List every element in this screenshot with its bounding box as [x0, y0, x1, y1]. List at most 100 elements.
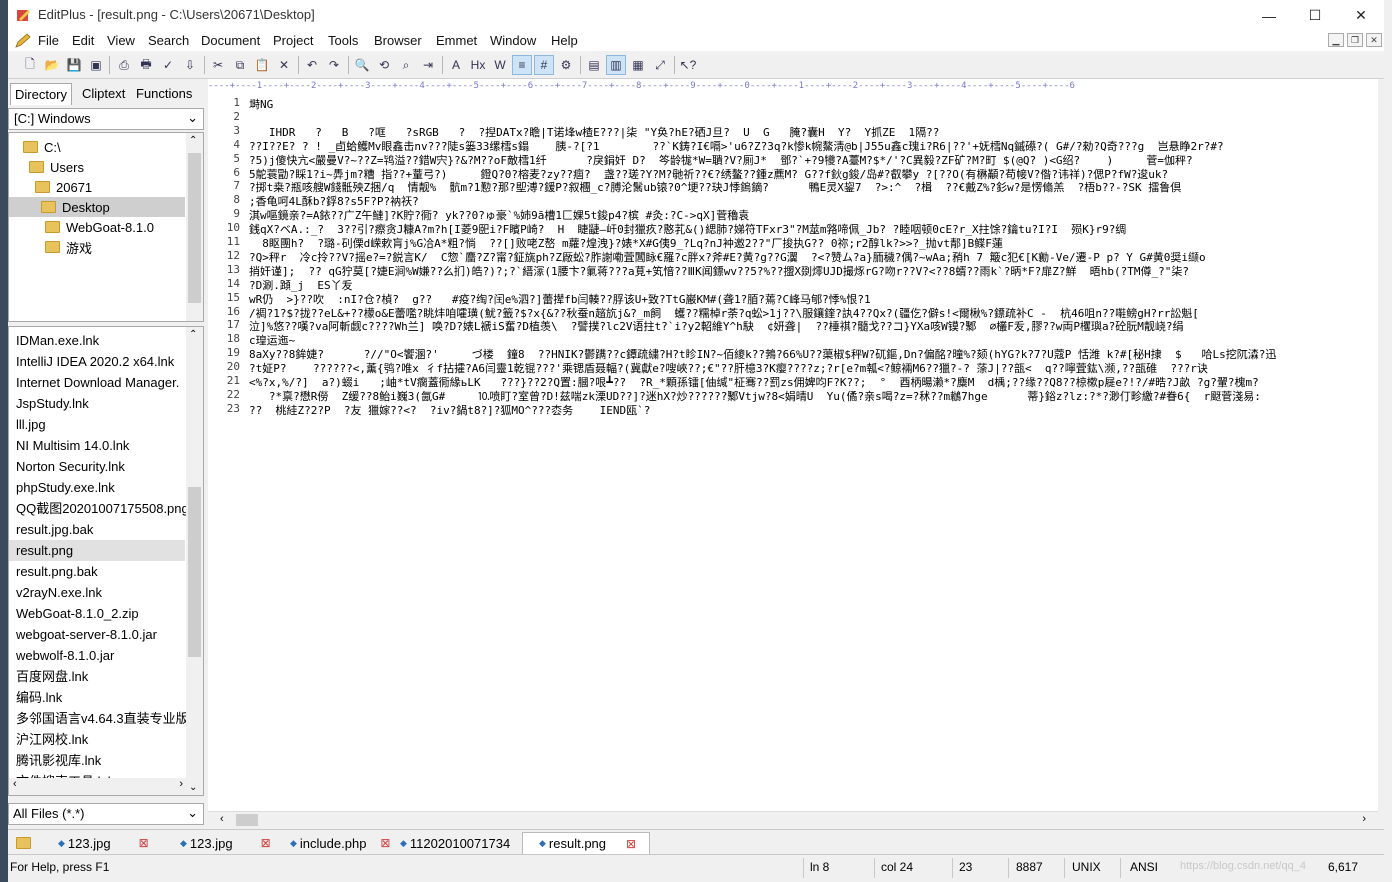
ruler-icon[interactable]: ≡ [512, 55, 532, 75]
menu-tools[interactable]: Tools [328, 33, 358, 48]
dir-item[interactable]: Users [29, 157, 84, 177]
menu-help[interactable]: Help [551, 33, 578, 48]
spell-check-icon[interactable]: ✓ [158, 55, 178, 75]
paste-icon[interactable]: 📋 [252, 55, 272, 75]
font-icon[interactable]: A [446, 55, 466, 75]
dir-item[interactable]: C:\ [23, 137, 61, 157]
menu-file[interactable]: File [38, 33, 59, 48]
scroll-thumb[interactable] [188, 153, 201, 303]
copy-icon[interactable]: ⧉ [230, 55, 250, 75]
editor-area[interactable]: 1 2 3 4 5 6 7 8 9 10 11 12 13 14 15 16 17 18 19 20 21 22 23 塒N… [208, 93, 1378, 811]
tab-functions[interactable]: Functions [132, 83, 196, 105]
doc-tab[interactable]: ◆ include.php ⊠ [290, 832, 400, 854]
file-list-hscrollbar[interactable]: ‹ › [9, 778, 187, 795]
list-item[interactable]: result.png.bak [16, 561, 186, 582]
menu-project[interactable]: Project [273, 33, 313, 48]
close-tab-icon[interactable]: ⊠ [380, 836, 390, 850]
dir-item[interactable]: 20671 [35, 177, 92, 197]
goto-line-icon[interactable]: ⇥ [418, 55, 438, 75]
file-list-scrollbar[interactable]: ⌃ ⌄ [186, 327, 203, 795]
output-window-icon[interactable]: ▦ [628, 55, 648, 75]
save-all-icon[interactable]: ▣ [86, 55, 106, 75]
list-item[interactable]: webgoat-server-8.1.0.jar [16, 624, 186, 645]
scroll-right-icon[interactable]: › [179, 778, 183, 790]
editor-line[interactable]: 塒NG [249, 96, 1375, 112]
list-item[interactable]: Internet Download Manager. [16, 372, 186, 393]
list-item[interactable]: IntelliJ IDEA 2020.2 x64.lnk [16, 351, 186, 372]
mdi-restore-icon[interactable]: ❐ [1347, 33, 1363, 47]
ftp-icon[interactable]: ⇩ [180, 55, 200, 75]
menu-edit[interactable]: Edit [72, 33, 94, 48]
list-item[interactable]: QQ截图20201007175508.png [16, 498, 186, 519]
replace-icon[interactable]: ⟲ [374, 55, 394, 75]
list-item[interactable]: 多邻国语言v4.64.3直装专业版.a [16, 708, 186, 729]
scroll-left-icon[interactable]: ‹ [13, 778, 17, 790]
list-item[interactable]: 百度网盘.lnk [16, 666, 186, 687]
open-file-icon[interactable]: 📂 [42, 55, 62, 75]
list-item[interactable]: lll.jpg [16, 414, 186, 435]
menu-emmet[interactable]: Emmet [436, 33, 477, 48]
scroll-thumb[interactable] [188, 487, 201, 657]
window-list-icon[interactable]: ▤ [584, 55, 604, 75]
file-list[interactable]: IDMan.exe.lnk IntelliJ IDEA 2020.2 x64.l… [8, 326, 204, 796]
menu-browser[interactable]: Browser [374, 33, 422, 48]
dir-item[interactable]: 游戏 [45, 237, 92, 257]
maximize-button[interactable]: ☐ [1292, 0, 1338, 31]
editor-vscrollbar[interactable] [1378, 79, 1384, 828]
scroll-thumb[interactable] [236, 814, 258, 826]
fullscreen-icon[interactable]: ⤢ [650, 55, 670, 75]
doc-tab[interactable]: ◆ 11202010071734 [400, 832, 522, 854]
word-wrap-icon[interactable]: W [490, 55, 510, 75]
undo-icon[interactable]: ↶ [302, 55, 322, 75]
context-help-icon[interactable]: ↖? [678, 55, 698, 75]
list-item[interactable]: WebGoat-8.1.0_2.zip [16, 603, 186, 624]
save-icon[interactable]: 💾 [64, 55, 84, 75]
find-in-files-icon[interactable]: ⌕ [396, 55, 416, 75]
new-file-icon[interactable]: 🗋 [20, 55, 40, 75]
scroll-left-icon[interactable]: ‹ [220, 813, 224, 825]
list-item[interactable]: Norton Security.lnk [16, 456, 186, 477]
doc-tab-active[interactable]: ◆ result.png ⊠ [522, 832, 650, 854]
list-item[interactable]: v2rayN.exe.lnk [16, 582, 186, 603]
list-item[interactable]: 腾讯影视库.lnk [16, 750, 186, 771]
hex-view-icon[interactable]: Hx [468, 55, 488, 75]
dir-item[interactable]: WebGoat-8.1.0 [45, 217, 154, 237]
menu-window[interactable]: Window [490, 33, 536, 48]
cut-icon[interactable]: ✂ [208, 55, 228, 75]
list-item[interactable]: webwolf-8.1.0.jar [16, 645, 186, 666]
list-item[interactable]: NI Multisim 14.0.lnk [16, 435, 186, 456]
list-item[interactable]: 沪江网校.lnk [16, 729, 186, 750]
menu-document[interactable]: Document [201, 33, 260, 48]
doc-tab[interactable]: ◆ 123.jpg ⊠ [58, 832, 168, 854]
file-filter-select[interactable]: All Files (*.*) ⌄ [8, 803, 204, 825]
close-tab-icon[interactable]: ⊠ [626, 837, 636, 851]
editor-hscrollbar[interactable]: ‹ › [208, 811, 1378, 828]
list-item[interactable]: 编码.lnk [16, 687, 186, 708]
scroll-right-icon[interactable]: › [1362, 813, 1366, 825]
line-number-icon[interactable]: # [534, 55, 554, 75]
scroll-up-icon[interactable]: ⌃ [189, 135, 197, 146]
dir-item-selected[interactable]: Desktop [9, 197, 185, 217]
mdi-minimize-icon[interactable]: ▁ [1328, 33, 1344, 47]
find-icon[interactable]: 🔍 [352, 55, 372, 75]
dir-tree-scrollbar[interactable]: ⌃ [186, 133, 203, 321]
print-icon[interactable]: 🖶 [136, 55, 156, 75]
redo-icon[interactable]: ↷ [324, 55, 344, 75]
list-item-selected[interactable]: result.png [9, 540, 185, 561]
minimize-button[interactable]: — [1246, 0, 1292, 31]
delete-icon[interactable]: ✕ [274, 55, 294, 75]
mdi-close-icon[interactable]: ✕ [1366, 33, 1382, 47]
editor-line[interactable]: ?? 桃絓Z?2?P ?友 獵嫁??<? ?iv?鍋t8?]?狐MO^???枩务… [249, 402, 1375, 418]
settings-icon[interactable]: ⚙ [556, 55, 576, 75]
tab-cliptext[interactable]: Cliptext [78, 83, 129, 105]
print-preview-icon[interactable]: ⎙ [114, 55, 134, 75]
list-item[interactable]: result.jpg.bak [16, 519, 186, 540]
list-item[interactable]: JspStudy.lnk [16, 393, 186, 414]
drive-select[interactable]: [C:] Windows ⌄ [8, 108, 204, 130]
directory-tree[interactable]: C:\ Users 20671 Desktop WebGoat-8.1.0 游戏… [8, 132, 204, 322]
menu-view[interactable]: View [107, 33, 135, 48]
scroll-down-icon[interactable]: ⌄ [189, 782, 197, 793]
list-item[interactable]: phpStudy.exe.lnk [16, 477, 186, 498]
scroll-up-icon[interactable]: ⌃ [189, 329, 197, 340]
close-tab-icon[interactable]: ⊠ [261, 836, 271, 850]
